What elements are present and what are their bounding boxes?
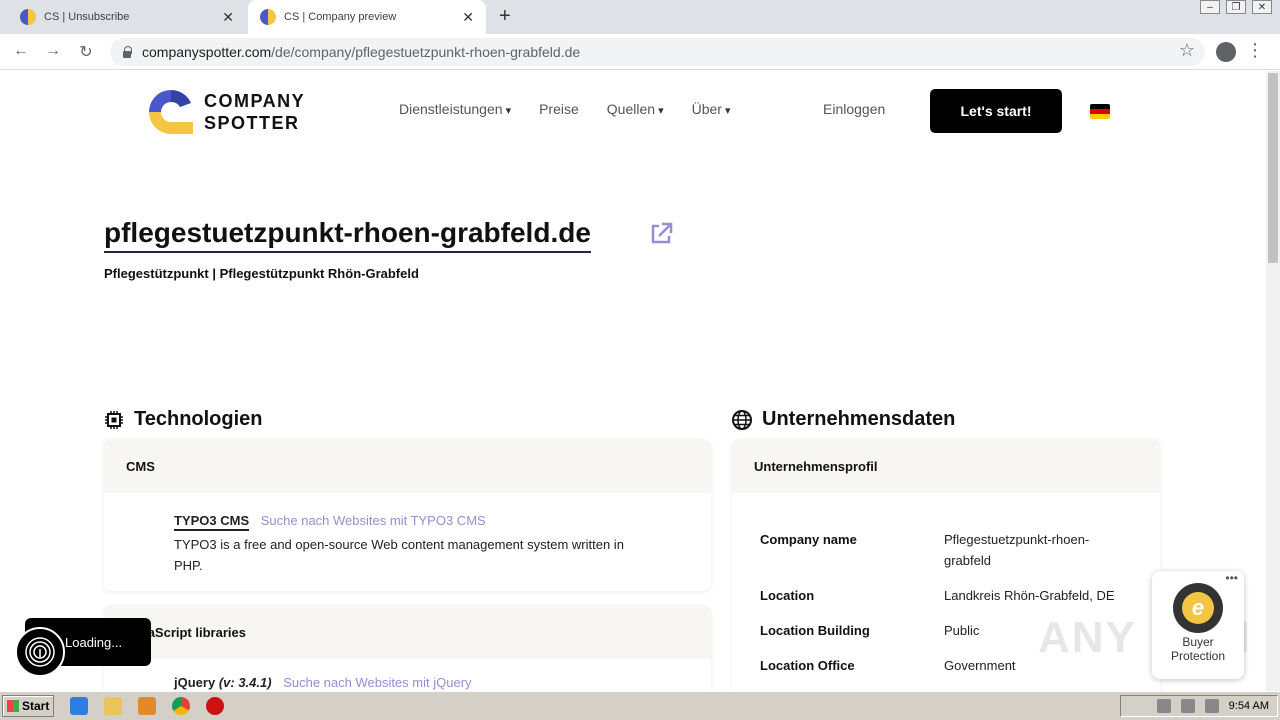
favicon-icon	[20, 9, 36, 25]
logo-mark-icon	[149, 90, 193, 134]
profile-heading: Unternehmensprofil	[732, 439, 1160, 493]
folder-icon[interactable]	[104, 697, 122, 715]
profile-value: Pflegestuetzpunkt-rhoen-grabfeld	[944, 532, 1090, 568]
technologies-heading: Technologien	[104, 408, 263, 431]
tech-name[interactable]: TYPO3 CMS	[174, 513, 250, 531]
chip-icon	[105, 410, 123, 429]
german-flag-icon[interactable]	[1090, 104, 1110, 119]
globe-icon	[732, 409, 752, 430]
more-icon[interactable]: •••	[1225, 571, 1238, 585]
window-controls: – ❐ ✕	[1200, 0, 1272, 14]
profile-key: Location Office	[760, 658, 855, 673]
profile-key: Company name	[760, 532, 857, 547]
profile-avatar-icon[interactable]	[1216, 42, 1236, 62]
nav-about[interactable]: Über	[692, 101, 731, 117]
tech-search-link[interactable]: Suche nach Websites mit jQuery	[283, 675, 471, 690]
logo-text: COMPANY SPOTTER	[204, 91, 306, 133]
tech-item: TYPO3 CMS Suche nach Websites mit TYPO3 …	[104, 493, 711, 576]
system-tray: 9:54 AM	[1120, 695, 1278, 717]
tech-category: JavaScript libraries	[104, 605, 711, 659]
maximize-icon[interactable]: ❐	[1226, 0, 1246, 14]
url-host: companyspotter.com	[142, 44, 272, 60]
web-page: COMPANY SPOTTER Dienstleistungen Preise …	[0, 71, 1266, 691]
back-icon[interactable]: ←	[10, 42, 32, 60]
tech-card-cms: CMS TYPO3 CMS Suche nach Websites mit TY…	[104, 439, 711, 591]
trusted-shops-badge[interactable]: ••• e Buyer Protection	[1152, 571, 1244, 679]
browser-menu-icon[interactable]: ⋮	[1246, 40, 1264, 61]
new-tab-icon[interactable]: +	[499, 5, 511, 28]
stop-icon[interactable]	[206, 697, 224, 715]
start-button[interactable]: Start	[2, 695, 54, 717]
minimize-icon[interactable]: –	[1200, 0, 1220, 14]
bookmark-star-icon[interactable]: ☆	[1179, 40, 1195, 61]
profile-key: Location Building	[760, 623, 870, 638]
windows-logo-icon	[7, 700, 19, 712]
browser-tabstrip: CS | Unsubscribe ✕ CS | Company preview …	[0, 0, 1280, 34]
profile-row: Company name Pflegestuetzpunkt-rhoen-gra…	[760, 529, 1134, 571]
media-player-icon[interactable]	[138, 697, 156, 715]
profile-value: Landkreis Rhön-Grabfeld, DE	[944, 588, 1115, 603]
tab-company-preview[interactable]: CS | Company preview ✕	[248, 0, 486, 34]
chrome-icon[interactable]	[172, 697, 190, 715]
close-tab-icon[interactable]: ✕	[462, 9, 474, 26]
lock-icon	[122, 46, 132, 58]
forward-icon[interactable]: →	[42, 42, 64, 60]
company-subtitle: Pflegestützpunkt | Pflegestützpunkt Rhön…	[104, 266, 419, 281]
tab-title: CS | Company preview	[284, 11, 397, 23]
windows-taskbar: Start 9:54 AM	[0, 691, 1280, 720]
volume-icon[interactable]	[1156, 699, 1171, 713]
profile-row: Location Landkreis Rhön-Grabfeld, DE	[760, 585, 1134, 606]
page-scrollbar[interactable]	[1266, 71, 1280, 691]
company-spotter-logo[interactable]: COMPANY SPOTTER	[146, 87, 305, 137]
fingerprint-icon[interactable]	[15, 627, 65, 677]
address-bar[interactable]: companyspotter.com/de/company/pflegestue…	[110, 38, 1205, 66]
nav-services[interactable]: Dienstleistungen	[399, 101, 511, 117]
tech-category: CMS	[104, 439, 711, 493]
favicon-icon	[260, 9, 276, 25]
tab-title: CS | Unsubscribe	[44, 11, 130, 23]
url-path: /de/company/pflegestuetzpunkt-rhoen-grab…	[271, 44, 581, 60]
tech-name[interactable]: jQuery (v: 3.4.1)	[174, 675, 272, 691]
flag-icon[interactable]	[1204, 699, 1219, 713]
tech-item: jQuery (v: 3.4.1) Suche nach Websites mi…	[104, 659, 711, 691]
close-tab-icon[interactable]: ✕	[222, 9, 234, 26]
buyer-label: Buyer	[1182, 635, 1214, 649]
nav-sources[interactable]: Quellen	[607, 101, 664, 117]
profile-key: Location	[760, 588, 815, 603]
network-icon[interactable]	[1180, 699, 1195, 713]
login-link[interactable]: Einloggen	[823, 101, 885, 117]
lets-start-button[interactable]: Let's start!	[930, 89, 1062, 133]
main-nav: Dienstleistungen Preise Quellen Über	[399, 101, 759, 117]
external-link-icon[interactable]	[648, 221, 674, 247]
profile-table: Company name Pflegestuetzpunkt-rhoen-gra…	[760, 529, 1134, 690]
tech-search-link[interactable]: Suche nach Websites mit TYPO3 CMS	[261, 513, 486, 528]
nav-pricing[interactable]: Preise	[539, 101, 579, 117]
company-domain-title: pflegestuetzpunkt-rhoen-grabfeld.de	[104, 217, 591, 253]
tech-card-js: JavaScript libraries jQuery (v: 3.4.1) S…	[104, 605, 711, 691]
protection-label: Protection	[1170, 649, 1226, 663]
trusted-shops-seal-icon: e	[1173, 583, 1223, 633]
ie-icon[interactable]	[70, 697, 88, 715]
tab-unsubscribe[interactable]: CS | Unsubscribe ✕	[8, 0, 246, 34]
browser-toolbar: ← → ↻ companyspotter.com/de/company/pfle…	[0, 34, 1280, 70]
close-window-icon[interactable]: ✕	[1252, 0, 1272, 14]
company-data-heading: Unternehmensdaten	[732, 408, 955, 431]
reload-icon[interactable]: ↻	[75, 42, 97, 62]
tech-description: TYPO3 is a free and open-source Web cont…	[174, 537, 624, 573]
clock: 9:54 AM	[1228, 700, 1269, 712]
scrollbar-thumb[interactable]	[1268, 73, 1278, 263]
